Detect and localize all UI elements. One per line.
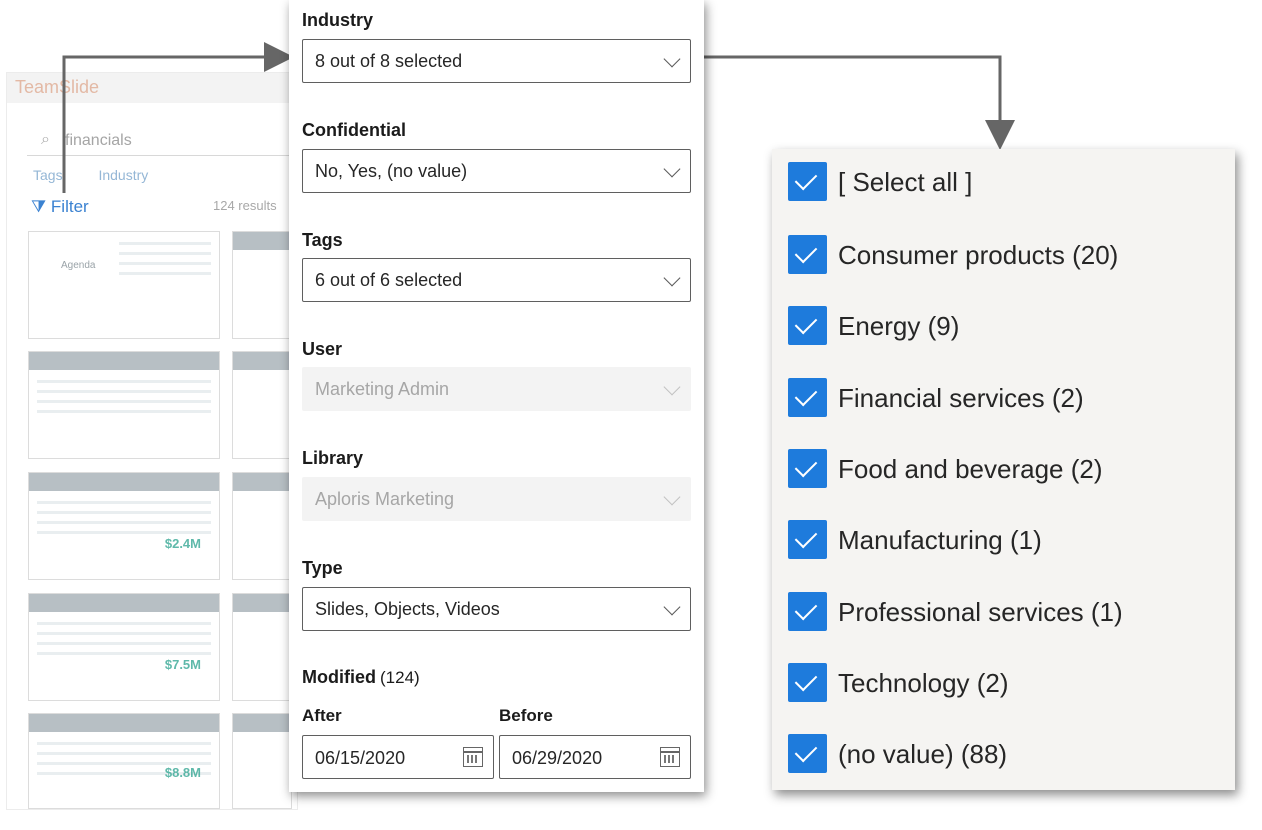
option-label: Food and beverage (2) <box>838 454 1103 484</box>
chevron-down-icon <box>663 50 681 68</box>
option-label: Manufacturing (1) <box>838 525 1042 555</box>
before-date-field[interactable]: 06/29/2020 <box>499 735 691 779</box>
calendar-icon[interactable] <box>660 747 680 767</box>
option-label: [ Select all ] <box>838 167 973 197</box>
calendar-icon[interactable] <box>463 747 483 767</box>
checkbox-checked[interactable] <box>788 162 827 201</box>
library-dropdown-value: Aploris Marketing <box>315 489 455 509</box>
modified-count: (124) <box>380 668 420 687</box>
confidential-label: Confidential <box>302 120 406 140</box>
dropdown-to-list-arrow <box>694 55 1015 150</box>
option-label: Professional services (1) <box>838 597 1123 627</box>
before-date-value: 06/29/2020 <box>512 748 603 768</box>
industry-dropdown-value: 8 out of 8 selected <box>315 51 463 71</box>
confidential-dropdown[interactable]: No, Yes, (no value) <box>302 149 691 193</box>
checkbox-checked[interactable] <box>788 378 827 417</box>
modified-label: Modified (124) <box>302 667 420 688</box>
tags-label: Tags <box>302 230 343 250</box>
checkbox-checked[interactable] <box>788 235 827 274</box>
checkbox-checked[interactable] <box>788 449 827 488</box>
chevron-down-icon <box>663 598 681 616</box>
tags-dropdown-value: 6 out of 6 selected <box>315 270 463 290</box>
option-label: Consumer products (20) <box>838 240 1119 270</box>
checkbox-checked[interactable] <box>788 734 827 773</box>
user-dropdown: Marketing Admin <box>302 367 691 411</box>
modified-label-text: Modified <box>302 667 376 687</box>
option-label: Technology (2) <box>838 668 1009 698</box>
option-label: Financial services (2) <box>838 383 1084 413</box>
library-dropdown: Aploris Marketing <box>302 477 691 521</box>
chevron-down-icon <box>663 269 681 287</box>
before-label: Before <box>499 706 553 725</box>
option-label: Energy (9) <box>838 311 960 341</box>
industry-label: Industry <box>302 10 374 30</box>
option-label: (no value) (88) <box>838 739 1008 769</box>
checkbox-checked[interactable] <box>788 663 827 702</box>
confidential-dropdown-value: No, Yes, (no value) <box>315 161 468 181</box>
type-dropdown[interactable]: Slides, Objects, Videos <box>302 587 691 631</box>
type-label: Type <box>302 558 343 578</box>
after-date-value: 06/15/2020 <box>315 748 406 768</box>
checkbox-checked[interactable] <box>788 520 827 559</box>
tags-dropdown[interactable]: 6 out of 6 selected <box>302 258 691 302</box>
chevron-down-icon <box>663 488 681 506</box>
user-dropdown-value: Marketing Admin <box>315 379 450 399</box>
user-label: User <box>302 339 343 359</box>
chevron-down-icon <box>663 378 681 396</box>
chevron-down-icon <box>663 160 681 178</box>
type-dropdown-value: Slides, Objects, Videos <box>315 599 500 619</box>
after-label: After <box>302 706 342 725</box>
industry-options-list: [ Select all ] Consumer products (20) En… <box>772 149 1235 790</box>
library-label: Library <box>302 448 364 468</box>
filter-panel: Industry 8 out of 8 selected Confidentia… <box>289 0 704 792</box>
after-date-field[interactable]: 06/15/2020 <box>302 735 494 779</box>
checkbox-checked[interactable] <box>788 306 827 345</box>
filter-to-panel-arrow <box>62 42 294 193</box>
checkbox-checked[interactable] <box>788 592 827 631</box>
industry-dropdown[interactable]: 8 out of 8 selected <box>302 39 691 83</box>
